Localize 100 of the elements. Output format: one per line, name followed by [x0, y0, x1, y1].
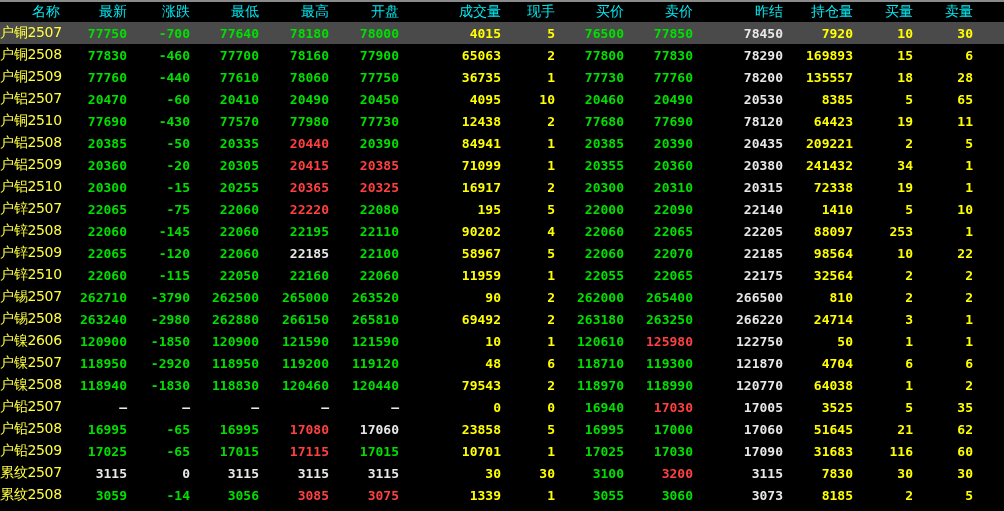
table-cell-text: 17030	[652, 443, 693, 459]
table-cell-text: 266220	[735, 311, 783, 327]
table-cell-text: 20335	[218, 135, 259, 151]
table-cell-text: 263520	[351, 289, 399, 305]
table-row[interactable]: 户铜2508 77830 -460 77700 78160 77900 65063 2 77800 77830 78290 169893 15 6	[0, 44, 1004, 66]
table-cell-text: 22060	[218, 245, 259, 261]
table-cell-text: 4704	[820, 355, 853, 371]
table-cell-text: 20360	[86, 157, 127, 173]
table-row[interactable]: 户锌2508 22060 -145 22060 22195 22110 90202 4 22060 22065 22205 88097 253 1	[0, 220, 1004, 242]
table-cell-text: 58967	[460, 245, 501, 261]
table-row[interactable]: 户镍2507 118950 -2920 118950 119200 119120 48 6 118710 119300 121870 4704 6 6	[0, 352, 1004, 374]
table-row[interactable]: 户镍2508 118940 -1830 118830 120460 120440 79543 2 118970 118990 120770 64038 1 2	[0, 374, 1004, 396]
table-cell-text: 262000	[576, 289, 624, 305]
column-header[interactable]: 昨结	[693, 3, 783, 21]
table-cell-text: 11959	[460, 267, 501, 283]
table-row[interactable]: 户锡2508 263240 -2980 262880 266150 265810 69492 2 263180 263250 266220 24714 3 1	[0, 308, 1004, 330]
column-header[interactable]: 买价	[555, 3, 624, 21]
table-cell-text: 16995	[86, 421, 127, 437]
table-cell-text: 2	[904, 135, 913, 151]
table-cell-text: 1	[964, 333, 973, 349]
table-cell-text: 118970	[576, 377, 624, 393]
column-header[interactable]: 卖价	[624, 3, 693, 21]
table-cell-text: 22160	[288, 267, 329, 283]
table-row[interactable]: 户镍2606 120900 -1850 120900 121590 121590 10 1 120610 125980 122750 50 1 1	[0, 330, 1004, 352]
table-cell: 户铅2509	[0, 442, 60, 460]
table-cell-text: 3115	[366, 465, 399, 481]
table-row[interactable]: 户铜2509 77760 -440 77610 78060 77750 36735 1 77730 77760 78200 135557 18 28	[0, 66, 1004, 88]
table-cell-text: 810	[828, 289, 853, 305]
column-header[interactable]: 卖量	[913, 3, 973, 21]
table-cell-text: 5	[964, 487, 973, 503]
table-cell-text: 20300	[583, 179, 624, 195]
table-cell-text: 8185	[820, 487, 853, 503]
table-cell: 户铜2507	[0, 24, 60, 42]
table-cell-text: 118950	[211, 355, 259, 371]
table-cell-text: 120900	[211, 333, 259, 349]
table-cell-text: 17005	[742, 399, 783, 415]
table-row[interactable]: 户锌2507 22065 -75 22060 22220 22080 195 5 22000 22090 22140 1410 5 10	[0, 198, 1004, 220]
table-row[interactable]: 户铅2508 16995 -65 16995 17080 17060 23858 5 16995 17000 17060 51645 21 62	[0, 418, 1004, 440]
table-cell-text: 78160	[288, 47, 329, 63]
table-row[interactable]: 户铜2507 77750 -700 77640 78180 78000 4015 5 76500 77850 78450 7920 10 30	[0, 22, 1004, 44]
table-row[interactable]: 户铝2509 20360 -20 20305 20415 20385 71099 1 20355 20360 20380 241432 34 1	[0, 154, 1004, 176]
table-row[interactable]: 户铅2507 — — — — — 0 0 16940 17030 17005 3525 5 35	[0, 396, 1004, 418]
table-cell-text: 22080	[358, 201, 399, 217]
table-cell-text: 10701	[460, 443, 501, 459]
table-cell-text: 11	[956, 113, 973, 129]
table-cell-text: 98564	[812, 245, 853, 261]
column-header[interactable]: 最高	[259, 3, 329, 21]
column-header[interactable]: 最新	[60, 3, 127, 21]
table-cell-text: 17025	[583, 443, 624, 459]
table-row[interactable]: 户锌2510 22060 -115 22050 22160 22060 11959 1 22055 22065 22175 32564 2 2	[0, 264, 1004, 286]
table-row[interactable]: 户锌2509 22065 -120 22060 22185 22100 58967 5 22060 22070 22185 98564 10 22	[0, 242, 1004, 264]
table-row[interactable]: 户铝2510 20300 -15 20255 20365 20325 16917 2 20300 20310 20315 72338 19 1	[0, 176, 1004, 198]
table-cell-text: 22110	[358, 223, 399, 239]
table-cell-text: 5	[904, 399, 913, 415]
table-row[interactable]: 户铜2510 77690 -430 77570 77980 77730 12438 2 77680 77690 78120 64423 19 11	[0, 110, 1004, 132]
column-header[interactable]: 开盘	[329, 3, 399, 21]
table-cell-text: 78290	[742, 47, 783, 63]
table-row[interactable]: 累纹2507 3115 0 3115 3115 3115 30 30 3100 3200 3115 7830 30 30	[0, 462, 1004, 484]
table-row[interactable]: 户铅2509 17025 -65 17015 17115 17015 10701 1 17025 17030 17090 31683 116 60	[0, 440, 1004, 462]
column-header[interactable]: 最低	[190, 3, 259, 21]
table-cell-text: 22060	[218, 201, 259, 217]
column-header[interactable]: 买量	[853, 3, 913, 21]
column-header[interactable]: 名称	[0, 3, 60, 21]
table-cell-text: 30	[956, 25, 973, 41]
table-cell-text: 3100	[591, 465, 624, 481]
table-cell-text: 77690	[86, 113, 127, 129]
table-row[interactable]: 户锡2507 262710 -3790 262500 265000 263520 90 2 262000 265400 266500 810 2 2	[0, 286, 1004, 308]
table-cell: 户锌2509	[0, 244, 60, 262]
table-cell-text: 1	[904, 333, 913, 349]
table-cell-text: -75	[165, 201, 190, 217]
table-cell-text: 90	[484, 289, 501, 305]
table-cell-text: 20490	[652, 91, 693, 107]
table-cell-text: 120460	[281, 377, 329, 393]
table-cell-text: 77680	[583, 113, 624, 129]
table-cell-text: 77700	[218, 47, 259, 63]
table-cell-text: 22060	[218, 223, 259, 239]
table-cell-text: 3115	[94, 465, 127, 481]
table-cell-text: -2980	[149, 311, 190, 327]
table-cell-text: 2	[546, 289, 555, 305]
table-cell-text: 10	[538, 91, 555, 107]
table-cell: 累纹2507	[0, 464, 60, 482]
table-cell-text: 120770	[735, 377, 783, 393]
table-cell-text: 22065	[86, 245, 127, 261]
column-header[interactable]: 持仓量	[783, 3, 853, 21]
column-header[interactable]: 现手	[501, 3, 555, 21]
table-cell-text: 262500	[211, 289, 259, 305]
table-cell-text: 2	[964, 267, 973, 283]
table-cell-text: 1	[546, 487, 555, 503]
table-cell-text: 2	[904, 289, 913, 305]
table-row[interactable]: 户铝2507 20470 -60 20410 20490 20450 4095 10 20460 20490 20530 8385 5 65	[0, 88, 1004, 110]
table-cell-text: 79543	[460, 377, 501, 393]
table-cell-text: 118710	[576, 355, 624, 371]
column-header[interactable]: 涨跌	[127, 3, 190, 21]
table-cell-text: 266150	[281, 311, 329, 327]
table-cell-text: 77640	[218, 25, 259, 41]
table-cell-text: 262880	[211, 311, 259, 327]
table-row[interactable]: 户铝2508 20385 -50 20335 20440 20390 84941 1 20385 20390 20435 209221 2 5	[0, 132, 1004, 154]
table-cell-text: 20390	[358, 135, 399, 151]
column-header[interactable]: 成交量	[399, 3, 501, 21]
table-row[interactable]: 累纹2508 3059 -14 3056 3085 3075 1339 1 3055 3060 3073 8185 2 5	[0, 484, 1004, 506]
